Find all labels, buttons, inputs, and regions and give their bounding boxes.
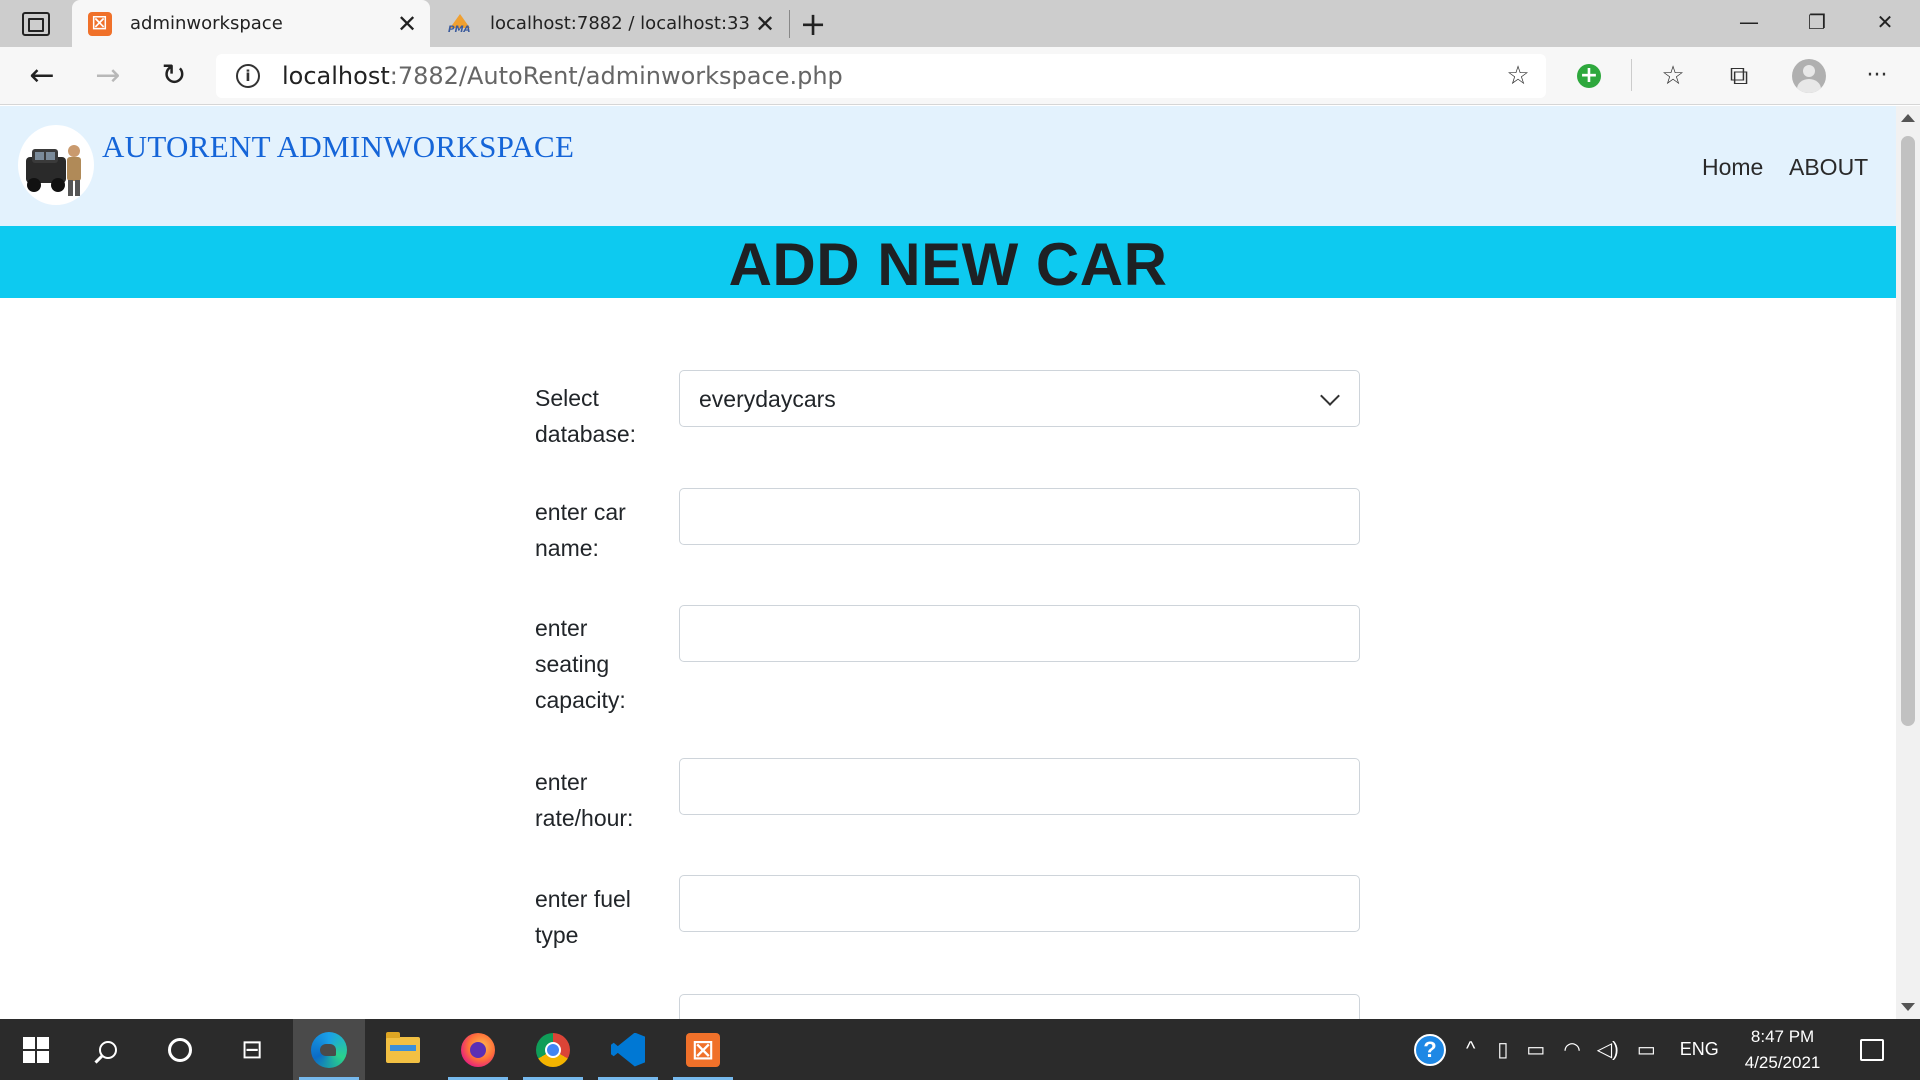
restore-button[interactable]: ❐ [1782,0,1852,44]
start-button[interactable] [0,1019,72,1080]
car-name-input[interactable] [679,488,1360,545]
help-icon[interactable]: ? [1414,1033,1446,1066]
nav-link-home[interactable]: Home [1702,154,1763,181]
clock[interactable]: 8:47 PM 4/25/2021 [1745,1024,1821,1076]
edge-icon [311,1031,347,1068]
tab-divider [789,10,790,38]
taskbar-edge[interactable] [293,1019,365,1080]
windows-icon [23,1036,49,1063]
system-tray: ? ^ ▯ ▭ ◠ ◁) ▭ ENG 8:47 PM 4/25/2021 [1414,1019,1885,1080]
browser-tabstrip: adminworkspace ✕ localhost:7882 / localh… [0,0,1920,47]
clock-time: 8:47 PM [1750,1026,1815,1046]
database-select[interactable]: everydaycars [679,370,1360,427]
url-path: :7882/AutoRent/adminworkspace.php [389,62,843,90]
chrome-icon [536,1032,570,1067]
page-banner: ADD NEW CAR [0,226,1896,298]
close-tab-icon[interactable]: ✕ [392,9,422,39]
battery-icon[interactable]: ▭ [1526,1037,1545,1062]
favorites-icon[interactable]: ☆ [1654,57,1692,95]
tab-actions-icon[interactable] [22,12,50,36]
keyboard-icon[interactable]: ▭ [1637,1037,1656,1062]
tab-title: localhost:7882 / localhost:3307 / [490,13,750,34]
car-logo-image [26,145,81,196]
scroll-down-icon[interactable] [1901,1003,1915,1011]
collections-icon[interactable]: ⧉ [1720,57,1758,95]
firefox-icon [461,1032,495,1067]
cortana-button[interactable] [144,1019,216,1080]
task-view-icon: ⊟ [241,1034,263,1065]
select-database-label: Select database: [535,385,637,447]
taskbar-xampp[interactable]: ⊠ [667,1019,739,1080]
add-favorite-icon[interactable]: ☆ [1504,62,1532,90]
address-bar[interactable]: i localhost:7882/AutoRent/adminworkspace… [216,54,1546,98]
rate-per-hour-input[interactable] [679,758,1360,815]
next-input[interactable] [679,994,1360,1019]
fuel-type-input[interactable] [679,875,1360,932]
nav-link-about[interactable]: ABOUT [1789,154,1868,181]
reload-button[interactable]: ↻ [152,55,196,97]
database-select-value: everydaycars [699,386,836,412]
new-tab-button[interactable]: + [796,8,830,42]
settings-menu-icon[interactable]: ··· [1858,57,1896,95]
tab-adminworkspace[interactable]: adminworkspace ✕ [72,0,430,47]
browser-toolbar: ← → ↻ i localhost:7882/AutoRent/adminwor… [0,47,1920,105]
notifications-icon[interactable] [1860,1038,1885,1061]
scroll-thumb[interactable] [1901,136,1915,726]
seating-capacity-input[interactable] [679,605,1360,662]
wifi-icon[interactable]: ◠ [1563,1037,1580,1062]
clock-date: 4/25/2021 [1744,1052,1821,1072]
close-tab-icon[interactable]: ✕ [750,9,780,39]
page-title: ADD NEW CAR [728,231,1168,298]
phpmyadmin-icon [448,12,472,36]
logo[interactable] [18,125,94,205]
volume-icon[interactable]: ◁) [1597,1037,1619,1062]
extension-icon: + [1577,64,1601,88]
back-button[interactable]: ← [20,55,64,97]
url-host: localhost [282,62,390,90]
vscode-icon [611,1032,645,1067]
taskbar-firefox[interactable] [442,1019,514,1080]
cortana-icon [168,1037,192,1062]
page-viewport: AUTORENT ADMINWORKSPACE Home ABOUT ADD N… [0,106,1896,1019]
minimize-button[interactable]: — [1714,0,1784,44]
search-icon [99,1040,117,1059]
avatar [1792,59,1826,93]
show-hidden-icons-icon[interactable]: ^ [1466,1038,1475,1061]
scroll-up-icon[interactable] [1901,114,1915,122]
taskbar-file-explorer[interactable] [367,1019,439,1080]
url-text[interactable]: localhost:7882/AutoRent/adminworkspace.p… [282,54,843,98]
taskbar-vscode[interactable] [592,1019,664,1080]
extension-button[interactable]: + [1570,57,1608,95]
screen: adminworkspace ✕ localhost:7882 / localh… [0,0,1920,1080]
search-button[interactable] [72,1019,144,1080]
car-name-label: enter car name: [535,499,626,561]
taskbar-chrome[interactable] [517,1019,589,1080]
chevron-down-icon [1320,386,1340,406]
rate-per-hour-label: enter rate/hour: [535,769,634,831]
brand-title[interactable]: AUTORENT ADMINWORKSPACE [102,129,574,165]
seating-capacity-label: enter seating capacity: [535,615,626,713]
language-indicator[interactable]: ENG [1680,1039,1719,1060]
tab-title: adminworkspace [130,13,283,34]
page-scrollbar[interactable] [1896,106,1920,1019]
windows-taskbar: ⊟ ⊠ ? ^ ▯ ▭ ◠ ◁) ▭ ENG 8:47 PM 4/25/2021 [0,1019,1920,1080]
toolbar-divider [1631,59,1632,91]
profile-button[interactable] [1790,57,1828,95]
device-icon[interactable]: ▯ [1497,1037,1508,1062]
folder-icon [386,1031,420,1063]
xampp-icon: ⊠ [686,1032,720,1067]
xampp-icon [88,10,112,36]
site-navbar: AUTORENT ADMINWORKSPACE Home ABOUT [0,106,1896,226]
task-view-button[interactable]: ⊟ [216,1019,288,1080]
forward-button[interactable]: → [86,55,130,97]
close-window-button[interactable]: ✕ [1850,0,1920,44]
fuel-type-label: enter fuel type [535,886,631,948]
info-icon[interactable]: i [236,64,260,88]
tab-phpmyadmin[interactable]: localhost:7882 / localhost:3307 / ✕ [432,0,788,47]
